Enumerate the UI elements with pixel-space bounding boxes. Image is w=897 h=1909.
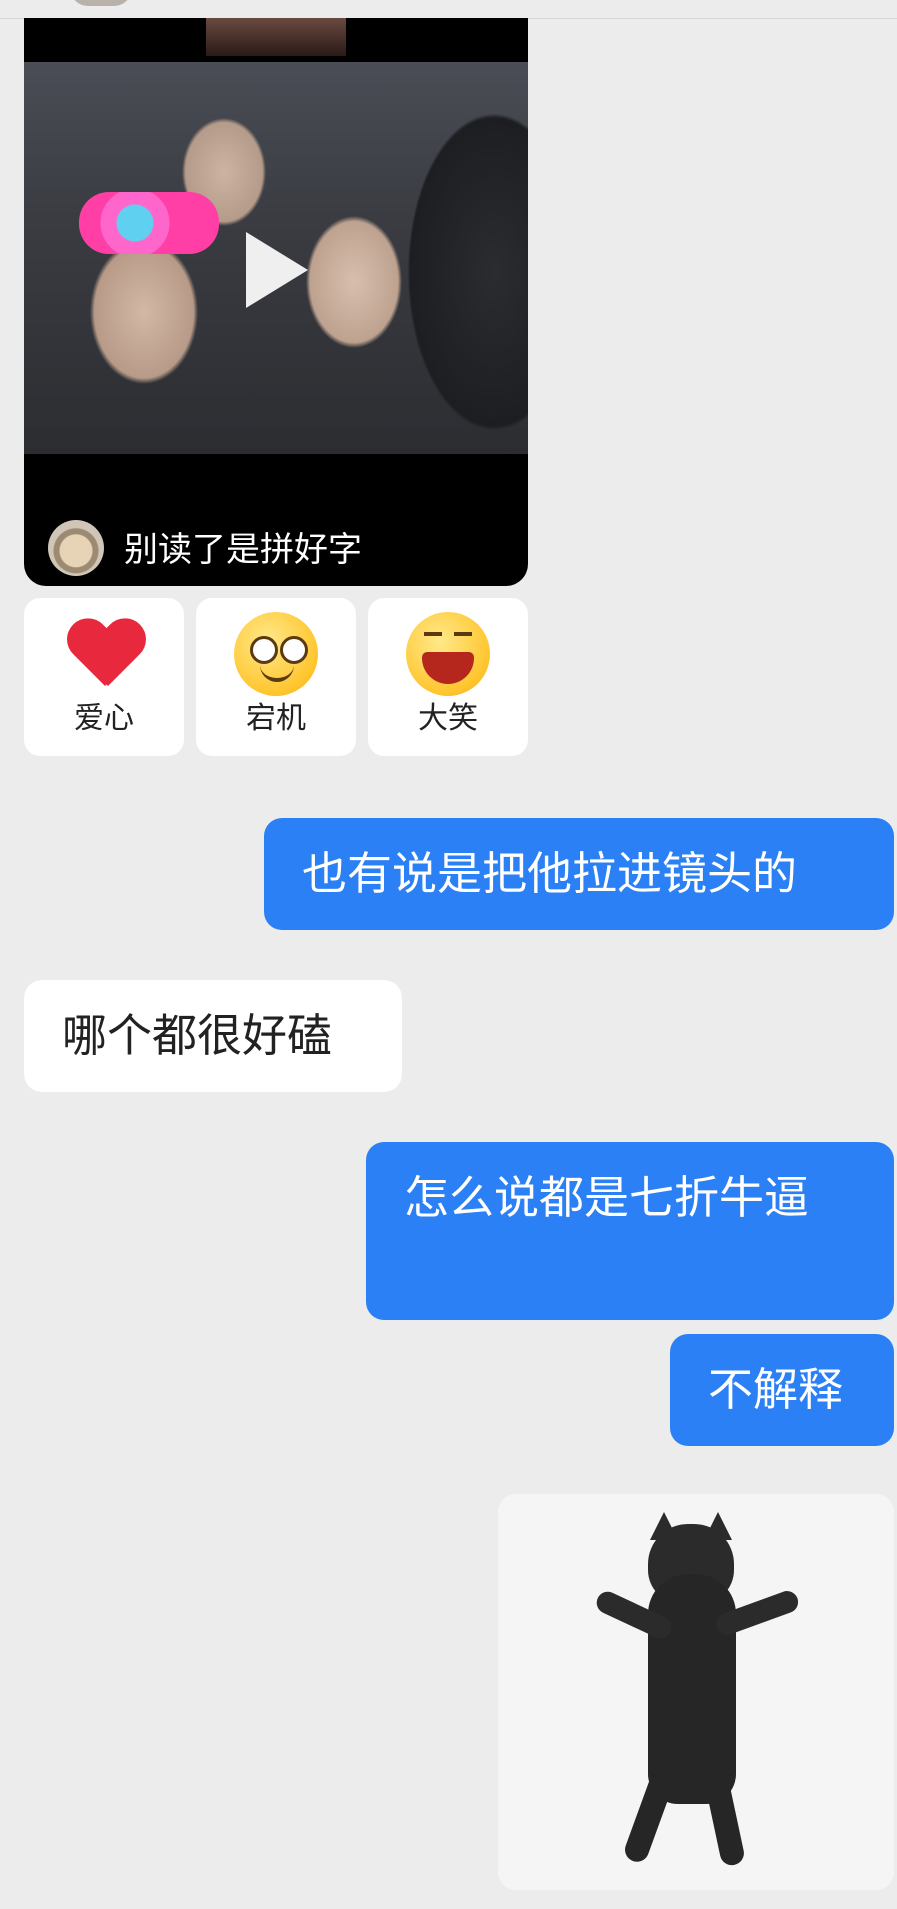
video-thumbnail: [24, 62, 528, 454]
reaction-label: 宕机: [246, 701, 306, 736]
top-divider: [0, 0, 897, 19]
reaction-laugh-button[interactable]: 大笑: [368, 598, 528, 756]
reaction-label: 爱心: [74, 701, 134, 736]
video-caption: 别读了是拼好字: [124, 530, 362, 570]
video-message[interactable]: 别读了是拼好字: [24, 18, 528, 586]
reaction-label: 大笑: [418, 701, 478, 736]
laughing-face-icon: [406, 612, 490, 696]
eye-mask-image: [79, 192, 219, 254]
reaction-heart-button[interactable]: 爱心: [24, 598, 184, 756]
dancing-cat-sticker[interactable]: [498, 1494, 894, 1890]
reaction-dazed-button[interactable]: 宕机: [196, 598, 356, 756]
avatar[interactable]: [48, 520, 104, 576]
message-bubble-outgoing[interactable]: 不解释: [670, 1334, 894, 1446]
message-bubble-outgoing[interactable]: 也有说是把他拉进镜头的: [264, 818, 894, 930]
message-bubble-outgoing[interactable]: 怎么说都是七折牛逼: [366, 1142, 894, 1320]
message-bubble-incoming[interactable]: 哪个都很好磕: [24, 980, 402, 1092]
avatar[interactable]: [70, 0, 132, 6]
message-text: 也有说是把他拉进镜头的: [302, 847, 798, 900]
video-footer: 别读了是拼好字: [24, 510, 528, 586]
video-thumbnail-strip: [206, 18, 346, 56]
message-text: 哪个都很好磕: [62, 1009, 333, 1062]
dazed-face-icon: [234, 612, 318, 696]
play-icon[interactable]: [246, 232, 308, 308]
heart-icon: [66, 620, 144, 692]
message-text: 不解释: [708, 1363, 844, 1416]
message-text: 怎么说都是七折牛逼: [404, 1171, 810, 1224]
